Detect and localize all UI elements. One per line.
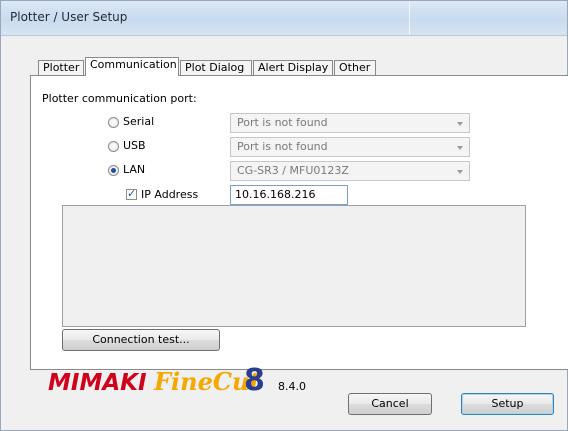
- connection-result-area: [62, 205, 526, 327]
- usb-label: USB: [123, 139, 146, 152]
- section-label: Plotter communication port:: [42, 92, 197, 105]
- tab-communication-label: Communication: [90, 58, 177, 71]
- title-bar: Plotter / User Setup: [1, 1, 567, 36]
- setup-button[interactable]: Setup: [461, 393, 554, 415]
- ip-address-input[interactable]: 10.16.168.216: [230, 185, 348, 205]
- ip-address-checkbox[interactable]: ✓: [126, 187, 137, 200]
- ip-address-value: 10.16.168.216: [235, 188, 316, 201]
- serial-port-value: Port is not found: [237, 116, 328, 129]
- usb-port-value: Port is not found: [237, 140, 328, 153]
- lan-device-select[interactable]: CG-SR3 / MFU0123Z: [230, 161, 470, 181]
- serial-port-select[interactable]: Port is not found: [230, 113, 470, 133]
- tab-plot-dialog[interactable]: Plot Dialog: [180, 60, 252, 75]
- lan-label: LAN: [123, 163, 146, 176]
- usb-radio[interactable]: [108, 141, 119, 152]
- chevron-down-icon: [457, 170, 463, 174]
- tab-alert-display[interactable]: Alert Display: [253, 60, 333, 75]
- tab-other-label: Other: [339, 61, 371, 74]
- usb-port-select[interactable]: Port is not found: [230, 137, 470, 157]
- tab-plot-dialog-label: Plot Dialog: [185, 61, 245, 74]
- window-title: Plotter / User Setup: [10, 10, 128, 24]
- finecut-version-number: 8: [244, 363, 265, 398]
- check-icon: ✓: [127, 187, 137, 200]
- ip-address-label: IP Address: [141, 188, 199, 201]
- version-label: 8.4.0: [278, 380, 306, 393]
- tab-plotter-label: Plotter: [43, 61, 80, 74]
- chevron-down-icon: [457, 122, 463, 126]
- cancel-label: Cancel: [371, 397, 409, 410]
- cancel-button[interactable]: Cancel: [348, 393, 432, 415]
- chevron-down-icon: [457, 146, 463, 150]
- tab-alert-display-label: Alert Display: [258, 61, 329, 74]
- setup-label: Setup: [491, 397, 524, 410]
- connection-test-button[interactable]: Connection test...: [62, 329, 220, 351]
- lan-device-value: CG-SR3 / MFU0123Z: [237, 164, 349, 177]
- serial-radio[interactable]: [108, 117, 119, 128]
- tab-plotter[interactable]: Plotter: [38, 60, 84, 75]
- connection-test-label: Connection test...: [92, 333, 190, 346]
- title-bar-separator: [409, 1, 410, 35]
- mimaki-logo: MIMAKI: [48, 370, 147, 396]
- serial-label: Serial: [123, 115, 155, 128]
- tab-communication[interactable]: Communication: [85, 57, 179, 76]
- tab-other[interactable]: Other: [334, 60, 376, 75]
- lan-radio[interactable]: [108, 165, 119, 176]
